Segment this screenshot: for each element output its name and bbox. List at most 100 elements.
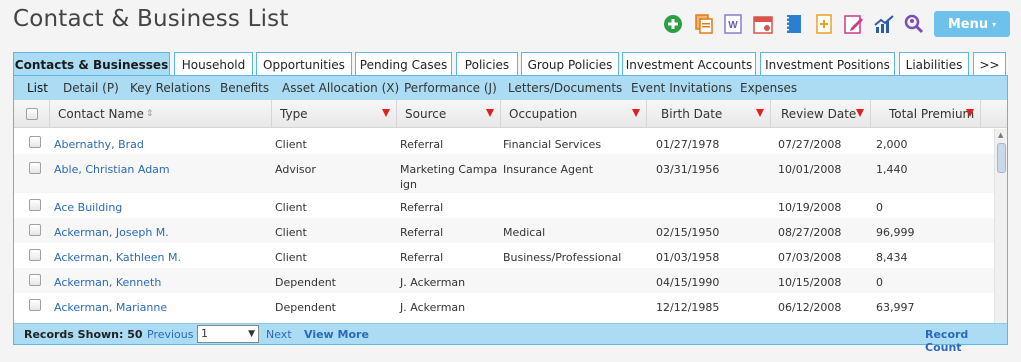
- birth-date-cell: 12/12/1985: [656, 301, 720, 314]
- subnav-list[interactable]: List: [27, 81, 48, 95]
- tab-group-policies[interactable]: Group Policies: [521, 52, 619, 76]
- search-people-icon[interactable]: [903, 12, 925, 36]
- premium-cell: 2,000: [876, 138, 908, 151]
- previous-page-link[interactable]: Previous: [147, 328, 194, 341]
- table-row[interactable]: Ackerman, Kathleen M. Client Referral Bu…: [14, 243, 994, 268]
- row-checkbox[interactable]: [29, 299, 41, 311]
- sort-icon[interactable]: ⇕: [146, 109, 154, 119]
- type-cell: Dependent: [275, 301, 336, 314]
- source-cell: Referral: [400, 251, 444, 264]
- contact-name-link[interactable]: Ackerman, Kenneth: [54, 275, 161, 290]
- subnav-letters-documents[interactable]: Letters/Documents: [508, 81, 622, 95]
- add-contact-icon[interactable]: [662, 12, 684, 36]
- word-document-icon[interactable]: W: [722, 12, 744, 36]
- tab-investment-accounts[interactable]: Investment Accounts: [622, 52, 756, 76]
- premium-cell: 8,434: [876, 251, 908, 264]
- column-review-date[interactable]: Review Date: [771, 100, 871, 128]
- page-select[interactable]: 1 ▼: [197, 325, 259, 343]
- select-all-checkbox[interactable]: [25, 108, 38, 120]
- row-checkbox[interactable]: [29, 274, 41, 286]
- contact-name-link[interactable]: Ace Building: [54, 200, 122, 215]
- copy-documents-icon[interactable]: [693, 12, 715, 36]
- column-birth-date[interactable]: Birth Date: [647, 100, 771, 128]
- source-cell: J. Ackerman: [400, 276, 466, 289]
- birth-date-cell: 01/03/1958: [656, 251, 720, 264]
- column-type[interactable]: Type: [272, 100, 397, 128]
- scrollbar-thumb[interactable]: [997, 143, 1006, 173]
- vertical-scrollbar[interactable]: ▲: [994, 129, 1007, 323]
- tab-investment-positions[interactable]: Investment Positions: [760, 52, 895, 76]
- column-label: Type: [280, 107, 308, 121]
- column-label: Occupation: [509, 107, 578, 121]
- record-count-link[interactable]: Record Count: [925, 328, 1007, 354]
- filter-icon[interactable]: [966, 109, 974, 117]
- subnav-expenses[interactable]: Expenses: [740, 81, 797, 95]
- tab-liabilities[interactable]: Liabilities: [899, 52, 969, 76]
- row-checkbox[interactable]: [29, 249, 41, 261]
- column-total-premium[interactable]: Total Premium: [871, 100, 981, 128]
- tab-household[interactable]: Household: [174, 52, 253, 76]
- column-label: Contact Name: [58, 107, 144, 121]
- contact-name-link[interactable]: Ackerman, Marianne: [54, 300, 167, 315]
- filter-icon[interactable]: [756, 109, 764, 117]
- premium-cell: 1,440: [876, 163, 908, 176]
- review-date-cell: 07/27/2008: [778, 138, 842, 151]
- tab-contacts-businesses[interactable]: Contacts & Businesses: [13, 52, 170, 77]
- row-checkbox[interactable]: [29, 199, 41, 211]
- scroll-up-icon[interactable]: ▲: [998, 131, 1003, 139]
- subnav-asset-allocation[interactable]: Asset Allocation (X): [282, 81, 399, 95]
- column-label: Source: [405, 107, 447, 121]
- table-row[interactable]: Able, Christian Adam Advisor Marketing C…: [14, 154, 994, 193]
- dropdown-arrow-icon: ▼: [248, 329, 255, 339]
- view-more-link[interactable]: View More: [304, 328, 369, 341]
- source-cell: J. Ackerman: [400, 301, 466, 314]
- tab-policies[interactable]: Policies: [456, 52, 518, 76]
- type-cell: Client: [275, 201, 307, 214]
- type-cell: Client: [275, 251, 307, 264]
- notebook-icon[interactable]: [783, 12, 805, 36]
- filter-icon[interactable]: [382, 109, 390, 117]
- table-row[interactable]: Abernathy, Brad Client Referral Financia…: [14, 129, 994, 154]
- review-date-cell: 06/12/2008: [778, 301, 842, 314]
- table-footer: Records Shown: 50 Previous 1 ▼ Next View…: [14, 323, 1007, 354]
- contact-name-link[interactable]: Able, Christian Adam: [54, 162, 170, 177]
- tab-more[interactable]: >>: [973, 52, 1006, 76]
- trend-chart-icon[interactable]: [873, 12, 895, 36]
- table-row[interactable]: Ackerman, Kenneth Dependent J. Ackerman …: [14, 268, 994, 293]
- subnav-benefits[interactable]: Benefits: [220, 81, 269, 95]
- subnav-key-relations[interactable]: Key Relations: [130, 81, 211, 95]
- filter-icon[interactable]: [632, 109, 640, 117]
- tab-pending-cases[interactable]: Pending Cases: [355, 52, 452, 76]
- occupation-cell: Medical: [503, 226, 546, 239]
- row-checkbox[interactable]: [29, 136, 41, 148]
- type-cell: Client: [275, 138, 307, 151]
- review-date-cell: 07/03/2008: [778, 251, 842, 264]
- edit-form-icon[interactable]: [843, 12, 865, 36]
- row-checkbox[interactable]: [29, 162, 41, 174]
- subnav-performance[interactable]: Performance (J): [404, 81, 497, 95]
- filter-icon[interactable]: [856, 109, 864, 117]
- contacts-panel: List Detail (P) Key Relations Benefits A…: [13, 75, 1008, 354]
- column-occupation[interactable]: Occupation: [501, 100, 647, 128]
- contact-name-link[interactable]: Abernathy, Brad: [54, 137, 144, 152]
- column-source[interactable]: Source: [397, 100, 501, 128]
- menu-button[interactable]: Menu ▾: [934, 11, 1010, 37]
- table-row[interactable]: Ace Building Client Referral 10/19/2008 …: [14, 193, 994, 218]
- new-document-icon[interactable]: [813, 12, 835, 36]
- sub-navigation: List Detail (P) Key Relations Benefits A…: [14, 76, 1007, 100]
- calendar-icon[interactable]: [752, 12, 774, 36]
- filter-icon[interactable]: [486, 109, 494, 117]
- column-label: Review Date: [781, 107, 857, 121]
- occupation-cell: Insurance Agent: [503, 163, 594, 176]
- birth-date-cell: 04/15/1990: [656, 276, 720, 289]
- row-checkbox[interactable]: [29, 224, 41, 236]
- column-contact-name[interactable]: Contact Name ⇕: [50, 100, 272, 128]
- contact-name-link[interactable]: Ackerman, Joseph M.: [54, 225, 169, 240]
- tab-opportunities[interactable]: Opportunities: [256, 52, 352, 76]
- subnav-detail[interactable]: Detail (P): [63, 81, 119, 95]
- table-row[interactable]: Ackerman, Joseph M. Client Referral Medi…: [14, 218, 994, 243]
- contact-name-link[interactable]: Ackerman, Kathleen M.: [54, 250, 181, 265]
- subnav-event-invitations[interactable]: Event Invitations: [631, 81, 732, 95]
- table-row[interactable]: Ackerman, Marianne Dependent J. Ackerman…: [14, 293, 994, 323]
- next-page-link[interactable]: Next: [266, 328, 292, 341]
